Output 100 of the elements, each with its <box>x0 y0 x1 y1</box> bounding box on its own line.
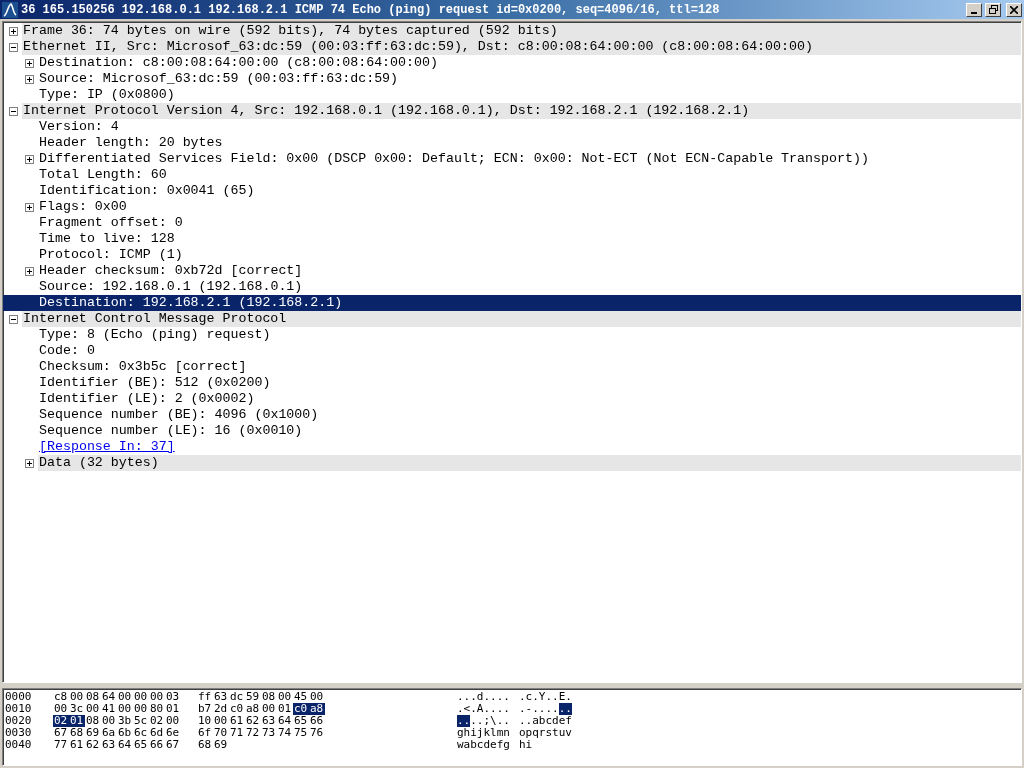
tree-item[interactable]: Identifier (LE): 2 (0x0002) <box>38 391 1021 407</box>
collapse-icon[interactable] <box>9 42 18 52</box>
collapse-icon[interactable] <box>9 314 18 324</box>
hex-byte[interactable]: 45 <box>293 691 309 703</box>
tree-item[interactable]: Flags: 0x00 <box>38 199 1021 215</box>
tree-item[interactable]: Frame 36: 74 bytes on wire (592 bits), 74 bytes captured (592 bits) <box>22 23 1021 39</box>
tree-item[interactable]: Type: IP (0x0800) <box>38 87 1021 103</box>
hex-byte[interactable]: 03 <box>165 691 181 703</box>
hex-byte[interactable]: 02 <box>53 715 69 727</box>
hex-byte[interactable]: 69 <box>213 739 229 751</box>
hex-byte[interactable]: 01 <box>165 703 181 715</box>
hex-byte[interactable]: 63 <box>213 691 229 703</box>
tree-item[interactable]: Header checksum: 0xb72d [correct] <box>38 263 1021 279</box>
tree-item[interactable]: Identification: 0x0041 (65) <box>38 183 1021 199</box>
hex-byte[interactable]: 00 <box>133 703 149 715</box>
hex-byte[interactable]: 67 <box>165 739 181 751</box>
hex-byte[interactable]: 00 <box>149 691 165 703</box>
hex-byte[interactable]: 00 <box>69 691 85 703</box>
tree-item[interactable]: Protocol: ICMP (1) <box>38 247 1021 263</box>
hex-byte[interactable]: 00 <box>261 703 277 715</box>
tree-item[interactable]: Code: 0 <box>38 343 1021 359</box>
hex-byte[interactable]: 61 <box>229 715 245 727</box>
hex-byte[interactable]: 00 <box>101 715 117 727</box>
expand-icon[interactable] <box>9 26 18 36</box>
tree-item[interactable]: Version: 4 <box>38 119 1021 135</box>
restore-button[interactable] <box>985 2 1001 17</box>
hex-byte[interactable]: 72 <box>245 727 261 739</box>
tree-item[interactable]: Internet Protocol Version 4, Src: 192.168.0.1 (192.168.0.1), Dst: 192.168.2.1 (192.168.2.1) <box>22 103 1021 119</box>
tree-item[interactable]: Type: 8 (Echo (ping) request) <box>38 327 1021 343</box>
tree-link[interactable]: [Response In: 37] <box>38 439 175 455</box>
expand-icon[interactable] <box>25 58 34 68</box>
tree-item[interactable]: Destination: c8:00:08:64:00:00 (c8:00:08:64:00:00) <box>38 55 1021 71</box>
tree-item[interactable]: Differentiated Services Field: 0x00 (DSCP 0x00: Default; ECN: 0x00: Not-ECT (Not ECN-Capable Transport)) <box>38 151 1021 167</box>
hex-byte[interactable]: 64 <box>117 739 133 751</box>
hex-byte[interactable]: 76 <box>309 727 325 739</box>
hex-byte[interactable]: 71 <box>229 727 245 739</box>
hex-byte[interactable]: 62 <box>245 715 261 727</box>
hex-byte[interactable]: 66 <box>309 715 325 727</box>
hex-byte[interactable]: a8 <box>245 703 261 715</box>
tree-item[interactable]: Sequence number (LE): 16 (0x0010) <box>38 423 1021 439</box>
tree-item[interactable]: Header length: 20 bytes <box>38 135 1021 151</box>
hex-byte[interactable]: 01 <box>277 703 293 715</box>
tree-item[interactable]: Internet Control Message Protocol <box>22 311 1021 327</box>
hex-byte[interactable]: 69 <box>85 727 101 739</box>
hex-byte[interactable]: 00 <box>277 691 293 703</box>
hex-byte[interactable]: 00 <box>53 703 69 715</box>
tree-item[interactable]: Fragment offset: 0 <box>38 215 1021 231</box>
hex-byte[interactable]: 41 <box>101 703 117 715</box>
tree-item[interactable]: Ethernet II, Src: Microsof_63:dc:59 (00:03:ff:63:dc:59), Dst: c8:00:08:64:00:00 (c8:00:08:64:00:00) <box>22 39 1021 55</box>
hex-byte[interactable]: 67 <box>53 727 69 739</box>
hex-byte[interactable]: 00 <box>85 703 101 715</box>
hex-byte[interactable]: ff <box>197 691 213 703</box>
tree-item[interactable]: Source: Microsof_63:dc:59 (00:03:ff:63:dc:59) <box>38 71 1021 87</box>
expand-icon[interactable] <box>25 74 34 84</box>
hex-byte[interactable]: 6a <box>101 727 117 739</box>
hex-byte[interactable]: 00 <box>117 691 133 703</box>
hex-byte[interactable]: 6b <box>117 727 133 739</box>
minimize-button[interactable] <box>966 2 982 17</box>
expand-icon[interactable] <box>25 154 34 164</box>
tree-item[interactable]: Checksum: 0x3b5c [correct] <box>38 359 1021 375</box>
hex-byte[interactable]: 64 <box>277 715 293 727</box>
hex-byte[interactable]: 10 <box>197 715 213 727</box>
tree-item[interactable]: Identifier (BE): 512 (0x0200) <box>38 375 1021 391</box>
hex-byte[interactable]: a8 <box>309 703 325 715</box>
hex-byte[interactable]: 6e <box>165 727 181 739</box>
hex-byte[interactable]: 3c <box>69 703 85 715</box>
hex-byte[interactable]: 02 <box>149 715 165 727</box>
hex-byte[interactable]: 08 <box>261 691 277 703</box>
hex-byte[interactable]: 59 <box>245 691 261 703</box>
hex-byte[interactable]: c0 <box>293 703 309 715</box>
tree-item[interactable]: Total Length: 60 <box>38 167 1021 183</box>
hex-byte[interactable]: 74 <box>277 727 293 739</box>
hex-byte[interactable]: 63 <box>101 739 117 751</box>
hex-byte[interactable]: 77 <box>53 739 69 751</box>
expand-icon[interactable] <box>25 458 34 468</box>
hex-byte[interactable]: 00 <box>213 715 229 727</box>
hex-byte[interactable]: 00 <box>309 691 325 703</box>
hex-byte[interactable]: 61 <box>69 739 85 751</box>
hex-byte[interactable]: c8 <box>53 691 69 703</box>
hex-byte[interactable]: 64 <box>101 691 117 703</box>
hex-byte[interactable]: b7 <box>197 703 213 715</box>
hex-byte[interactable]: 2d <box>213 703 229 715</box>
hex-byte[interactable]: 6f <box>197 727 213 739</box>
hex-byte[interactable]: 00 <box>133 691 149 703</box>
hex-byte[interactable]: 65 <box>293 715 309 727</box>
close-button[interactable] <box>1006 2 1022 17</box>
hex-byte[interactable]: 80 <box>149 703 165 715</box>
tree-item[interactable]: Time to live: 128 <box>38 231 1021 247</box>
hex-byte[interactable]: 65 <box>133 739 149 751</box>
hex-byte[interactable]: 3b <box>117 715 133 727</box>
hex-byte[interactable]: 08 <box>85 691 101 703</box>
hex-byte[interactable]: c0 <box>229 703 245 715</box>
hex-byte[interactable]: 68 <box>69 727 85 739</box>
hex-byte[interactable]: 00 <box>165 715 181 727</box>
hex-byte[interactable]: 6d <box>149 727 165 739</box>
tree-item[interactable]: Source: 192.168.0.1 (192.168.0.1) <box>38 279 1021 295</box>
hex-byte[interactable]: dc <box>229 691 245 703</box>
hex-byte[interactable]: 01 <box>69 715 85 727</box>
hex-byte[interactable]: 62 <box>85 739 101 751</box>
hex-byte[interactable]: 00 <box>117 703 133 715</box>
